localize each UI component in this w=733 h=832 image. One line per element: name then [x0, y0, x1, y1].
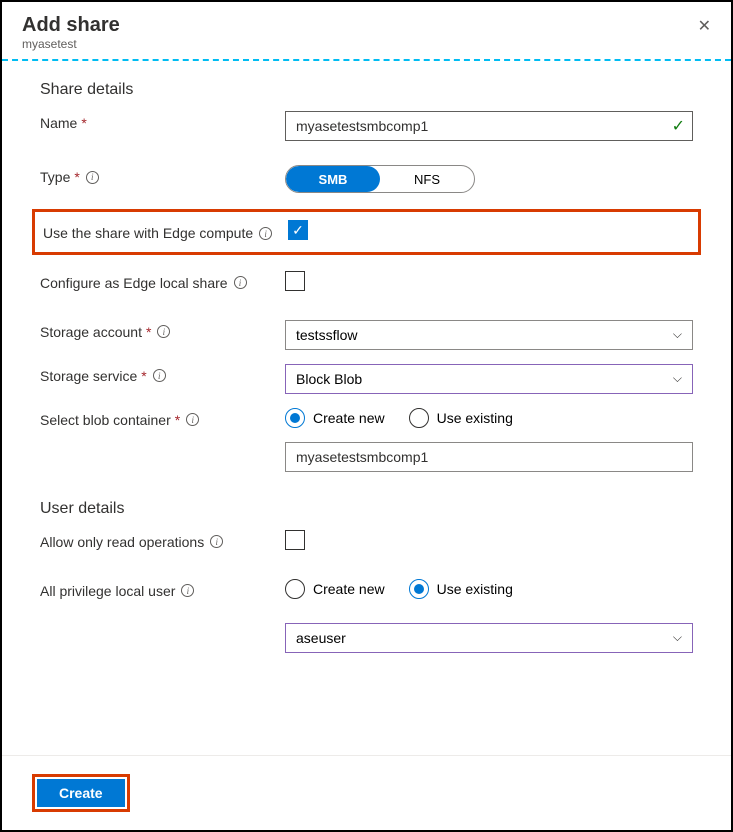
type-label: Type: [40, 169, 70, 185]
type-smb-option[interactable]: SMB: [286, 166, 380, 192]
edge-compute-checkbox[interactable]: ✓: [288, 220, 308, 240]
user-select[interactable]: aseuser ⌵: [285, 623, 693, 653]
storage-account-value: testssflow: [296, 327, 357, 343]
radio-icon: [285, 579, 305, 599]
type-nfs-option[interactable]: NFS: [380, 166, 474, 192]
user-use-existing-option[interactable]: Use existing: [409, 579, 513, 599]
chevron-down-icon: ⌵: [673, 371, 682, 386]
read-only-label: Allow only read operations: [40, 534, 204, 550]
name-label: Name: [40, 115, 77, 131]
user-value: aseuser: [296, 630, 346, 646]
radio-icon: [285, 408, 305, 428]
info-icon[interactable]: i: [157, 325, 170, 338]
user-create-new-option[interactable]: Create new: [285, 579, 385, 599]
storage-account-label: Storage account: [40, 324, 142, 340]
chevron-down-icon: ⌵: [673, 327, 682, 342]
highlight-edge-compute: Use the share with Edge compute i ✓: [32, 209, 701, 255]
radio-icon: [409, 408, 429, 428]
local-share-label: Configure as Edge local share: [40, 275, 228, 291]
storage-service-select[interactable]: Block Blob ⌵: [285, 364, 693, 394]
edge-compute-label: Use the share with Edge compute: [43, 224, 253, 244]
storage-account-select[interactable]: testssflow ⌵: [285, 320, 693, 350]
required-indicator: *: [141, 368, 146, 384]
user-details-heading: User details: [40, 500, 693, 518]
blob-container-name-input[interactable]: [285, 442, 693, 472]
info-icon[interactable]: i: [86, 171, 99, 184]
local-share-checkbox[interactable]: [285, 271, 305, 291]
close-icon[interactable]: ✕: [698, 16, 711, 36]
type-toggle[interactable]: SMB NFS: [285, 165, 475, 193]
chevron-down-icon: ⌵: [673, 630, 682, 645]
radio-label: Create new: [313, 581, 385, 597]
info-icon[interactable]: i: [210, 535, 223, 548]
blob-container-radio-group: Create new Use existing: [285, 408, 693, 428]
required-indicator: *: [74, 169, 79, 185]
panel-subtitle: myasetest: [22, 37, 120, 51]
storage-service-value: Block Blob: [296, 371, 362, 387]
info-icon[interactable]: i: [186, 413, 199, 426]
info-icon[interactable]: i: [181, 584, 194, 597]
panel-title: Add share: [22, 14, 120, 37]
blob-container-label: Select blob container: [40, 412, 171, 428]
info-icon[interactable]: i: [234, 276, 247, 289]
create-button[interactable]: Create: [37, 779, 125, 807]
storage-service-label: Storage service: [40, 368, 137, 384]
radio-label: Create new: [313, 410, 385, 426]
blob-use-existing-option[interactable]: Use existing: [409, 408, 513, 428]
radio-icon: [409, 579, 429, 599]
highlight-create: Create: [32, 774, 130, 812]
info-icon[interactable]: i: [259, 227, 272, 240]
check-icon: ✓: [672, 116, 685, 136]
share-details-heading: Share details: [40, 81, 693, 99]
required-indicator: *: [146, 324, 151, 340]
radio-label: Use existing: [437, 581, 513, 597]
info-icon[interactable]: i: [153, 369, 166, 382]
radio-label: Use existing: [437, 410, 513, 426]
user-radio-group: Create new Use existing: [285, 579, 693, 599]
name-input[interactable]: [285, 111, 693, 141]
privilege-user-label: All privilege local user: [40, 583, 175, 599]
blob-create-new-option[interactable]: Create new: [285, 408, 385, 428]
read-only-checkbox[interactable]: [285, 530, 305, 550]
required-indicator: *: [81, 115, 86, 131]
required-indicator: *: [175, 412, 180, 428]
